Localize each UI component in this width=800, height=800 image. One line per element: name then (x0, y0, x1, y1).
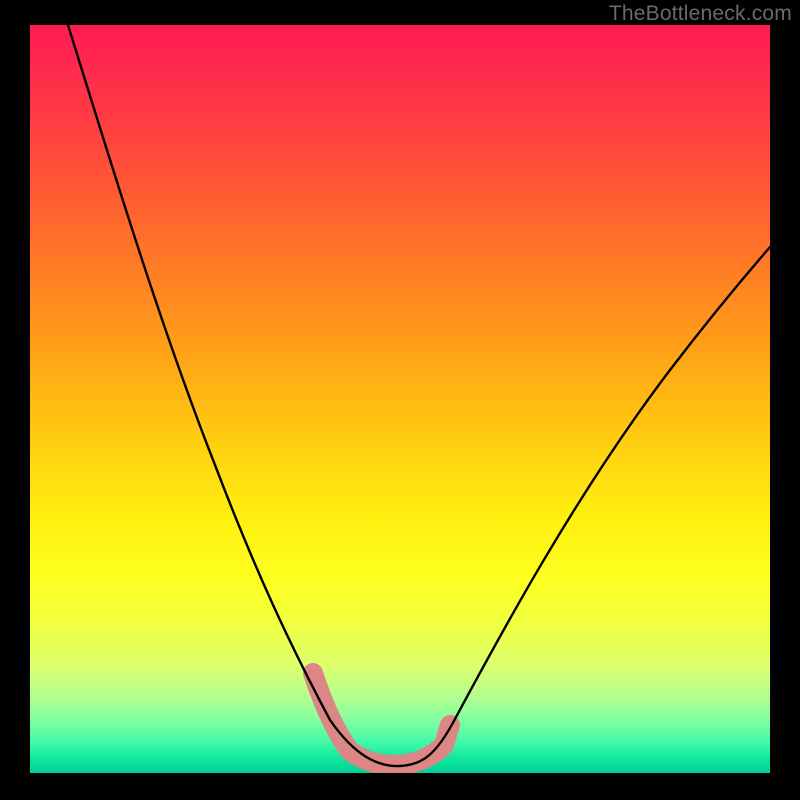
curve-layer (30, 25, 770, 773)
highlight-segment (313, 673, 450, 765)
chart-frame: TheBottleneck.com (0, 0, 800, 800)
plot-area (30, 25, 770, 773)
bottleneck-curve (68, 25, 770, 766)
watermark-text: TheBottleneck.com (609, 2, 792, 26)
